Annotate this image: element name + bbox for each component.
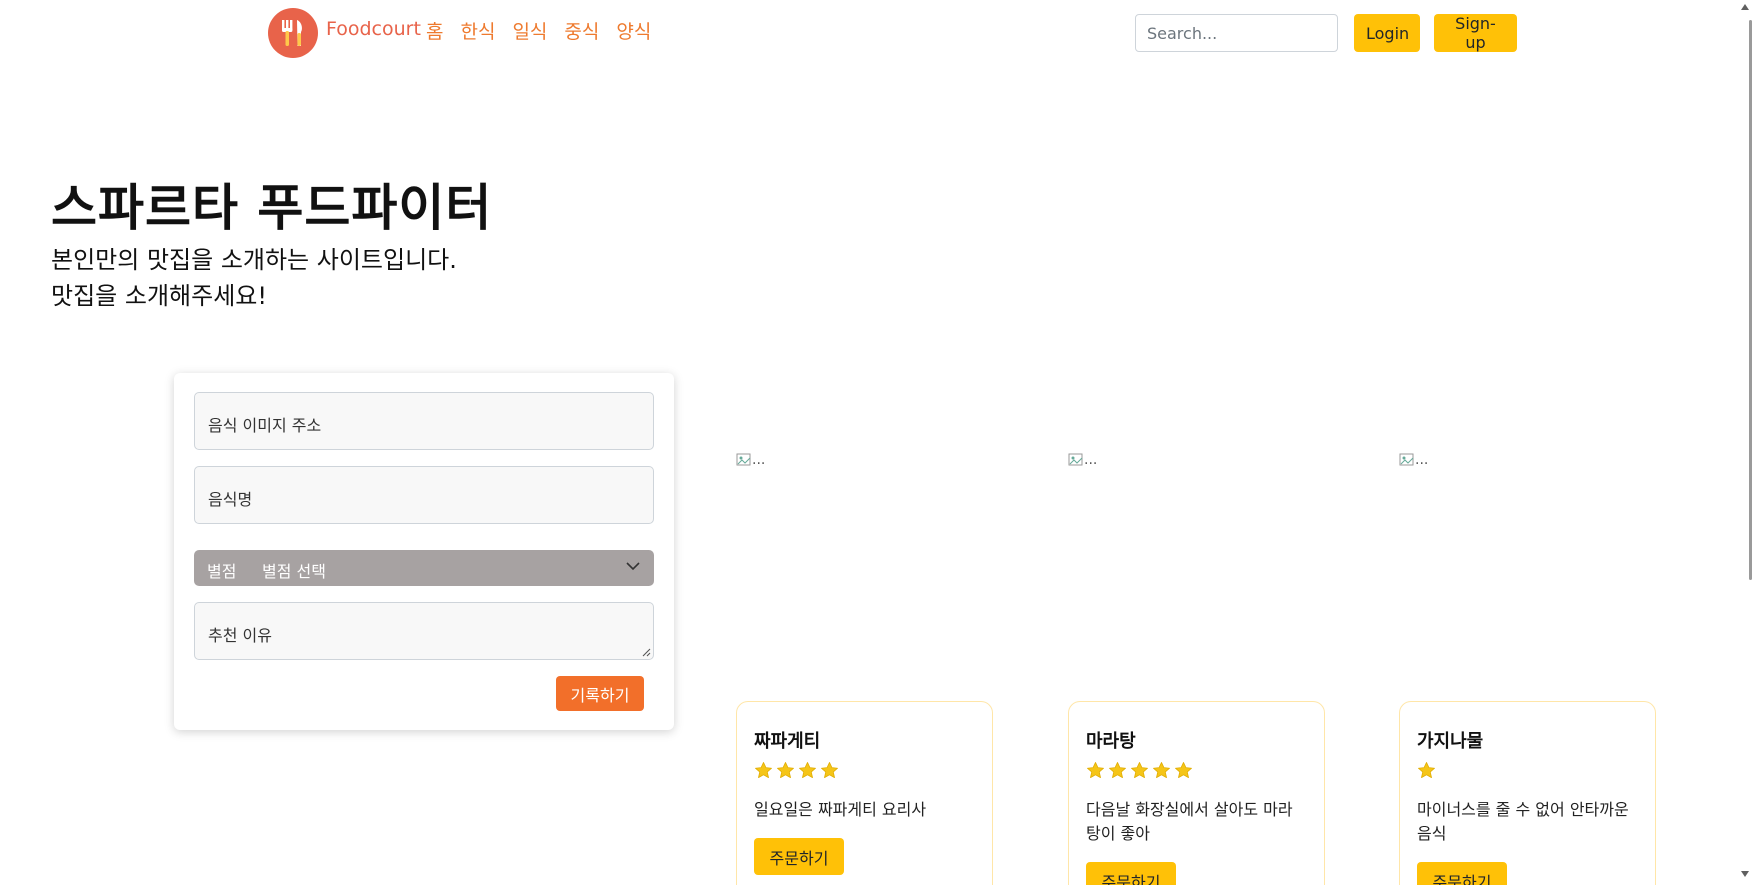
scroll-down-arrow-icon[interactable]	[1741, 871, 1749, 877]
image-alt: ...	[752, 452, 766, 468]
nav-link-korean[interactable]: 한식	[460, 17, 495, 44]
broken-image-icon	[736, 453, 751, 466]
food-card: 짜파게티 일요일은 짜파게티 요리사 주문하기	[736, 701, 993, 885]
star-icon	[1087, 762, 1104, 779]
star-icon	[1175, 762, 1192, 779]
order-button[interactable]: 주문하기	[1417, 862, 1507, 885]
star-icon	[1153, 762, 1170, 779]
food-card: 가지나물 마이너스를 줄 수 없어 안타까운 음식 주문하기	[1399, 701, 1656, 885]
navbar: Foodcourt 홈 한식 일식 중식 양식 Login Sign-up	[0, 0, 1753, 66]
rating-select[interactable]: 별점 별점 선택	[194, 550, 654, 586]
hero-description-line1: 본인만의 맛집을 소개하는 사이트입니다.	[51, 246, 457, 274]
reason-textarea[interactable]: 추천 이유	[194, 602, 654, 660]
nav-link-chinese[interactable]: 중식	[564, 17, 599, 44]
nav-link-western[interactable]: 양식	[616, 17, 651, 44]
save-button[interactable]: 기록하기	[556, 676, 644, 711]
star-icon	[821, 762, 838, 779]
brand-name[interactable]: Foodcourt	[326, 18, 421, 40]
chevron-down-icon	[626, 562, 640, 571]
nav-link-japanese[interactable]: 일식	[512, 17, 547, 44]
signup-button[interactable]: Sign-up	[1434, 14, 1517, 52]
rating-select-value: 별점 선택	[262, 562, 326, 581]
food-image-1: ...	[736, 452, 765, 472]
reason-placeholder: 추천 이유	[208, 626, 272, 645]
card-description: 일요일은 짜파게티 요리사	[754, 800, 927, 819]
scroll-up-arrow-icon[interactable]	[1741, 4, 1749, 10]
image-alt: ...	[1084, 452, 1098, 468]
resize-handle-icon[interactable]	[641, 647, 651, 657]
star-rating	[754, 761, 839, 780]
fork-knife-icon[interactable]	[268, 8, 318, 58]
vertical-scrollbar[interactable]	[1736, 0, 1753, 885]
image-alt: ...	[1415, 452, 1429, 468]
star-rating	[1417, 761, 1436, 780]
food-name-placeholder: 음식명	[208, 490, 253, 509]
card-title: 가지나물	[1417, 731, 1484, 752]
search-input[interactable]	[1135, 14, 1338, 52]
post-form-card: 음식 이미지 주소 음식명 별점 별점 선택 추천 이유 기록하기	[174, 373, 674, 730]
card-description: 다음날 화장실에서 살아도 마라탕이 좋아	[1086, 800, 1293, 843]
image-url-field[interactable]: 음식 이미지 주소	[194, 392, 654, 450]
broken-image-icon	[1068, 453, 1083, 466]
image-url-placeholder: 음식 이미지 주소	[208, 416, 322, 435]
nav-link-home[interactable]: 홈	[426, 17, 443, 44]
login-button[interactable]: Login	[1354, 14, 1420, 52]
star-icon	[799, 762, 816, 779]
order-button[interactable]: 주문하기	[1086, 862, 1176, 885]
broken-image-icon	[1399, 453, 1414, 466]
page-title: 스파르타 푸드파이터	[51, 179, 493, 237]
nav-links: 홈 한식 일식 중식 양식	[426, 17, 651, 44]
star-icon	[755, 762, 772, 779]
star-icon	[1109, 762, 1126, 779]
food-card: 마라탕 다음날 화장실에서 살아도 마라탕이 좋아 주문하기	[1068, 701, 1325, 885]
card-title: 짜파게티	[754, 731, 821, 752]
card-description: 마이너스를 줄 수 없어 안타까운 음식	[1417, 800, 1629, 843]
hero-description-line2: 맛집을 소개해주세요!	[51, 282, 267, 310]
card-title: 마라탕	[1086, 731, 1136, 752]
rating-select-label: 별점	[207, 562, 237, 581]
star-icon	[777, 762, 794, 779]
star-icon	[1418, 762, 1435, 779]
scrollbar-thumb[interactable]	[1749, 20, 1752, 580]
food-image-3: ...	[1399, 452, 1428, 472]
food-image-2: ...	[1068, 452, 1097, 472]
star-rating	[1086, 761, 1193, 780]
star-icon	[1131, 762, 1148, 779]
order-button[interactable]: 주문하기	[754, 838, 844, 875]
food-name-field[interactable]: 음식명	[194, 466, 654, 524]
